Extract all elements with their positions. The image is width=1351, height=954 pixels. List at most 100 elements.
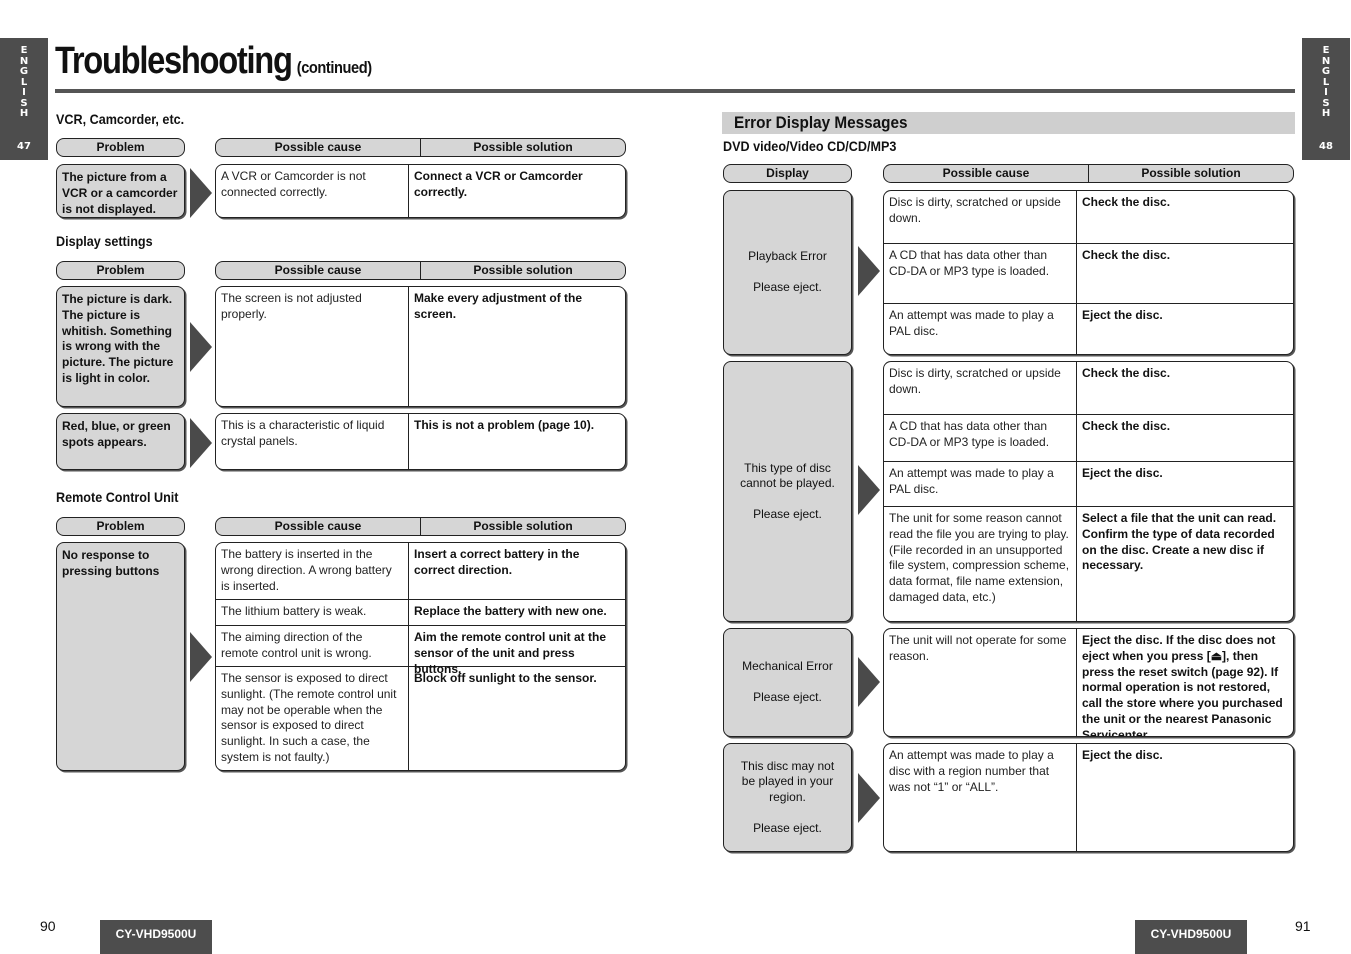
problem-header: Problem: [56, 517, 185, 536]
table-row: The battery is inserted in the wrong dir…: [216, 543, 625, 599]
language-label: E N G L I S H: [1321, 45, 1331, 119]
cause-solution-table: Disc is dirty, scratched or upside down.…: [883, 361, 1294, 622]
cause-solution-table: The battery is inserted in the wrong dir…: [215, 542, 626, 771]
table-row: This is a characteristic of liquid cryst…: [216, 414, 625, 469]
error-section-subtitle: DVD video/Video CD/CD/MP3: [723, 138, 897, 154]
table-row: The aiming direction of the remote contr…: [216, 625, 625, 676]
problem-box: Red, blue, or green spots appears.: [56, 413, 185, 470]
table-row: The unit will not operate for some reaso…: [884, 629, 1293, 736]
arrow-right-icon: [858, 657, 880, 707]
page-number-right: 91: [1295, 918, 1311, 934]
cause-header-label: Possible cause: [274, 519, 362, 533]
cause-solution-table: The unit will not operate for some reaso…: [883, 628, 1294, 737]
problem-box: No response to pressing buttons: [56, 542, 185, 771]
cause-cell: An attempt was made to play a PAL disc.: [884, 462, 1077, 506]
cause-cell: A VCR or Camcorder is not connected corr…: [216, 165, 409, 217]
solution-cell: Check the disc.: [1082, 366, 1171, 380]
arrow-right-icon: [190, 418, 212, 468]
problem-header: Problem: [56, 261, 185, 280]
cause-cell: The battery is inserted in the wrong dir…: [216, 543, 409, 599]
table-row: Disc is dirty, scratched or upside down.…: [884, 362, 1293, 414]
solution-cell: Eject the disc.: [1082, 466, 1163, 480]
solution-cell: Aim the remote control unit at the senso…: [414, 630, 607, 676]
page-title-main: Troubleshooting: [55, 40, 293, 82]
section-page-number: 47: [17, 141, 31, 152]
model-badge-left: CY-VHD9500U: [100, 920, 212, 954]
cause-cell: This is a characteristic of liquid cryst…: [216, 414, 409, 469]
cause-cell: An attempt was made to play a PAL disc.: [884, 304, 1077, 354]
solution-cell: Check the disc.: [1082, 248, 1171, 262]
problem-box: The picture from a VCR or a camcorder is…: [56, 164, 185, 218]
problem-header-label: Problem: [96, 140, 145, 154]
arrow-right-icon: [858, 773, 880, 823]
page-title: Troubleshooting (continued): [55, 40, 372, 83]
language-tab-right: E N G L I S H 48: [1302, 38, 1350, 160]
table-row: A CD that has data other than CD-DA or M…: [884, 243, 1293, 303]
solution-cell: Insert a correct battery in the correct …: [414, 547, 580, 577]
arrow-right-icon: [858, 246, 880, 296]
cause-solution-table: A VCR or Camcorder is not connected corr…: [215, 164, 626, 218]
solution-cell: Connect a VCR or Camcorder correctly.: [414, 169, 583, 199]
cause-cell: The aiming direction of the remote contr…: [216, 626, 409, 666]
page-number-left: 90: [40, 918, 56, 934]
table-row: An attempt was made to play a PAL disc. …: [884, 461, 1293, 506]
solution-cell: Make every adjustment of the screen.: [414, 291, 583, 321]
cause-cell: An attempt was made to play a disc with …: [884, 744, 1077, 851]
display-message-box: Mechanical Error Please eject.: [723, 628, 852, 737]
cause-solution-table: An attempt was made to play a disc with …: [883, 743, 1294, 852]
display-message-box: This disc may not be played in your regi…: [723, 743, 852, 852]
cause-solution-table: Disc is dirty, scratched or upside down.…: [883, 190, 1294, 355]
table-row: The lithium battery is weak. Replace the…: [216, 599, 625, 625]
cause-cell: A CD that has data other than CD-DA or M…: [884, 244, 1077, 303]
solution-cell: Block off sunlight to the sensor.: [414, 671, 597, 685]
table-row: The unit for some reason cannot read the…: [884, 506, 1293, 621]
table-row: An attempt was made to play a PAL disc. …: [884, 303, 1293, 354]
problem-box: The picture is dark. The picture is whit…: [56, 286, 185, 407]
solution-cell: Eject the disc.: [1082, 748, 1163, 762]
table-row: An attempt was made to play a disc with …: [884, 744, 1293, 851]
solution-cell: Check the disc.: [1082, 195, 1171, 209]
page-title-sub: (continued): [296, 58, 372, 77]
table-row: The sensor is exposed to direct sunlight…: [216, 666, 625, 770]
table-row: A VCR or Camcorder is not connected corr…: [216, 165, 625, 217]
cause-cell: The sensor is exposed to direct sunlight…: [216, 667, 409, 770]
error-section-title: Error Display Messages: [734, 113, 908, 132]
arrow-right-icon: [190, 168, 212, 218]
title-divider: [55, 89, 1295, 93]
cause-cell: The lithium battery is weak.: [216, 600, 409, 625]
cause-solution-table: This is a characteristic of liquid cryst…: [215, 413, 626, 470]
error-section-title-bar: Error Display Messages: [722, 112, 1295, 134]
problem-header-label: Problem: [96, 519, 145, 533]
cause-cell: Disc is dirty, scratched or upside down.: [884, 362, 1077, 414]
solution-header-label: Possible solution: [420, 518, 625, 535]
cause-header-label: Possible cause: [274, 140, 362, 154]
cause-cell: A CD that has data other than CD-DA or M…: [884, 415, 1077, 461]
model-badge-right: CY-VHD9500U: [1135, 920, 1247, 954]
language-label: E N G L I S H: [19, 45, 29, 119]
problem-header: Problem: [56, 138, 185, 157]
display-message-box: Playback Error Please eject.: [723, 190, 852, 355]
solution-header-label: Possible solution: [1088, 165, 1293, 182]
solution-cell: This is not a problem (page 10).: [414, 418, 595, 432]
display-header: Display: [723, 164, 852, 183]
cause-cell: The unit will not operate for some reaso…: [884, 629, 1077, 736]
table-row: Disc is dirty, scratched or upside down.…: [884, 191, 1293, 243]
section-page-number: 48: [1319, 141, 1333, 152]
cause-solution-header: Possible cause Possible solution: [215, 517, 626, 536]
table-row: The screen is not adjusted properly. Mak…: [216, 287, 625, 406]
cause-solution-header: Possible cause Possible solution: [215, 261, 626, 280]
section-heading-vcr: VCR, Camcorder, etc.: [56, 111, 185, 127]
cause-header-label: Possible cause: [274, 263, 362, 277]
section-heading-display: Display settings: [56, 233, 153, 249]
cause-solution-header: Possible cause Possible solution: [883, 164, 1294, 183]
solution-cell: Check the disc.: [1082, 419, 1171, 433]
solution-header-label: Possible solution: [420, 262, 625, 279]
display-message-box: This type of disc cannot be played. Plea…: [723, 361, 852, 622]
solution-cell: Replace the battery with new one.: [414, 604, 607, 618]
cause-solution-header: Possible cause Possible solution: [215, 138, 626, 157]
arrow-right-icon: [190, 632, 212, 682]
solution-header-label: Possible solution: [420, 139, 625, 156]
arrow-right-icon: [858, 465, 880, 515]
problem-header-label: Problem: [96, 263, 145, 277]
cause-cell: The unit for some reason cannot read the…: [884, 507, 1077, 621]
